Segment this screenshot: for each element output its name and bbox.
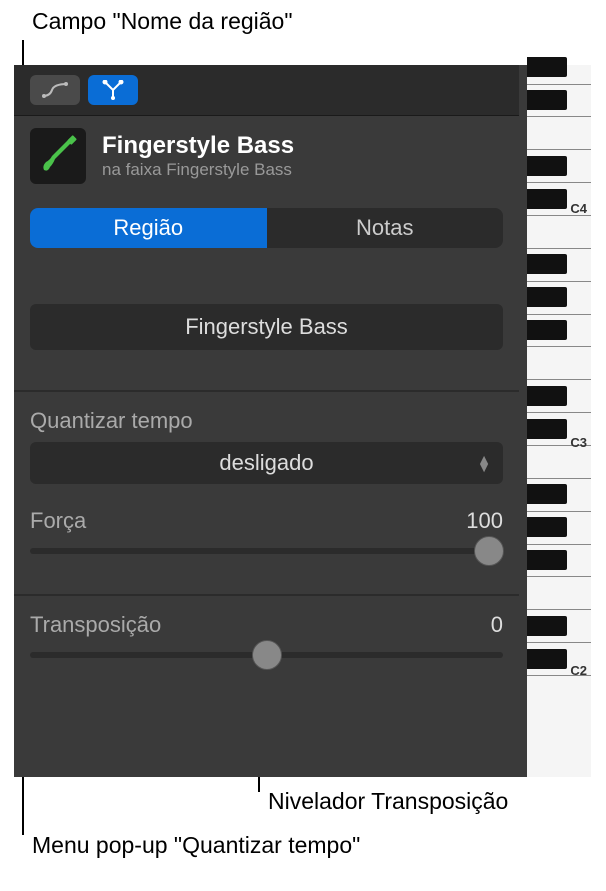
instrument-icon	[30, 128, 86, 184]
key-divider	[527, 116, 591, 117]
key-divider	[527, 609, 591, 610]
black-key[interactable]	[527, 189, 567, 209]
quantize-value: desligado	[219, 450, 313, 475]
black-key[interactable]	[527, 517, 567, 537]
transpose-row: Transposição 0	[30, 612, 503, 638]
strength-slider[interactable]	[30, 548, 503, 554]
black-key[interactable]	[527, 90, 567, 110]
key-divider	[527, 511, 591, 512]
key-divider	[527, 478, 591, 479]
tab-region[interactable]: Região	[30, 208, 267, 248]
key-label-c3: C3	[570, 435, 587, 450]
chevron-updown-icon: ▲▼	[477, 455, 491, 471]
black-key[interactable]	[527, 287, 567, 307]
transpose-group: Transposição 0	[14, 596, 519, 674]
transpose-slider[interactable]	[30, 652, 503, 658]
key-label-c4: C4	[570, 201, 587, 216]
callout-region-name: Campo "Nome da região"	[32, 8, 293, 35]
black-key[interactable]	[527, 616, 567, 636]
black-key[interactable]	[527, 57, 567, 77]
strength-slider-thumb[interactable]	[474, 536, 504, 566]
midi-tool-button[interactable]	[88, 75, 138, 105]
black-key[interactable]	[527, 156, 567, 176]
region-name-section: Fingerstyle Bass	[14, 248, 519, 366]
black-key[interactable]	[527, 419, 567, 439]
black-key[interactable]	[527, 649, 567, 669]
region-name-input[interactable]: Fingerstyle Bass	[30, 304, 503, 350]
inspector-panel: Fingerstyle Bass na faixa Fingerstyle Ba…	[14, 65, 591, 777]
region-title: Fingerstyle Bass	[102, 132, 294, 160]
tab-notes[interactable]: Notas	[267, 208, 504, 248]
key-divider	[527, 544, 591, 545]
scissors-funnel-icon	[101, 80, 125, 100]
key-divider	[527, 379, 591, 380]
key-divider	[527, 314, 591, 315]
key-divider	[527, 149, 591, 150]
key-divider	[527, 576, 591, 577]
callout-transpose-slider: Nivelador Transposição	[268, 788, 508, 815]
piano-ruler[interactable]: C4 C3 C2	[519, 65, 591, 777]
transpose-slider-thumb[interactable]	[252, 640, 282, 670]
key-divider	[527, 281, 591, 282]
curve-icon	[42, 82, 68, 98]
key-divider	[527, 642, 591, 643]
toolbar	[14, 65, 519, 116]
key-divider	[527, 346, 591, 347]
key-divider	[527, 412, 591, 413]
quantize-select[interactable]: desligado ▲▼	[30, 442, 503, 484]
quantize-group: Quantizar tempo desligado ▲▼ Força 100	[14, 392, 519, 570]
region-subtitle: na faixa Fingerstyle Bass	[102, 160, 294, 180]
strength-row: Força 100	[30, 508, 503, 534]
bass-guitar-icon	[36, 134, 80, 178]
main-column: Fingerstyle Bass na faixa Fingerstyle Ba…	[14, 65, 519, 777]
strength-value: 100	[466, 508, 503, 534]
black-key[interactable]	[527, 484, 567, 504]
key-divider	[527, 84, 591, 85]
region-header: Fingerstyle Bass na faixa Fingerstyle Ba…	[14, 116, 519, 200]
key-divider	[527, 248, 591, 249]
quantize-label: Quantizar tempo	[30, 408, 503, 434]
black-key[interactable]	[527, 254, 567, 274]
transpose-value: 0	[491, 612, 503, 638]
strength-label: Força	[30, 508, 86, 534]
black-key[interactable]	[527, 320, 567, 340]
transpose-label: Transposição	[30, 612, 161, 638]
black-key[interactable]	[527, 386, 567, 406]
key-label-c2: C2	[570, 663, 587, 678]
automation-curve-button[interactable]	[30, 75, 80, 105]
black-key[interactable]	[527, 550, 567, 570]
key-divider	[527, 182, 591, 183]
header-text: Fingerstyle Bass na faixa Fingerstyle Ba…	[102, 132, 294, 180]
region-notes-tabs: Região Notas	[30, 208, 503, 248]
callout-quantize-menu: Menu pop-up "Quantizar tempo"	[32, 832, 360, 859]
